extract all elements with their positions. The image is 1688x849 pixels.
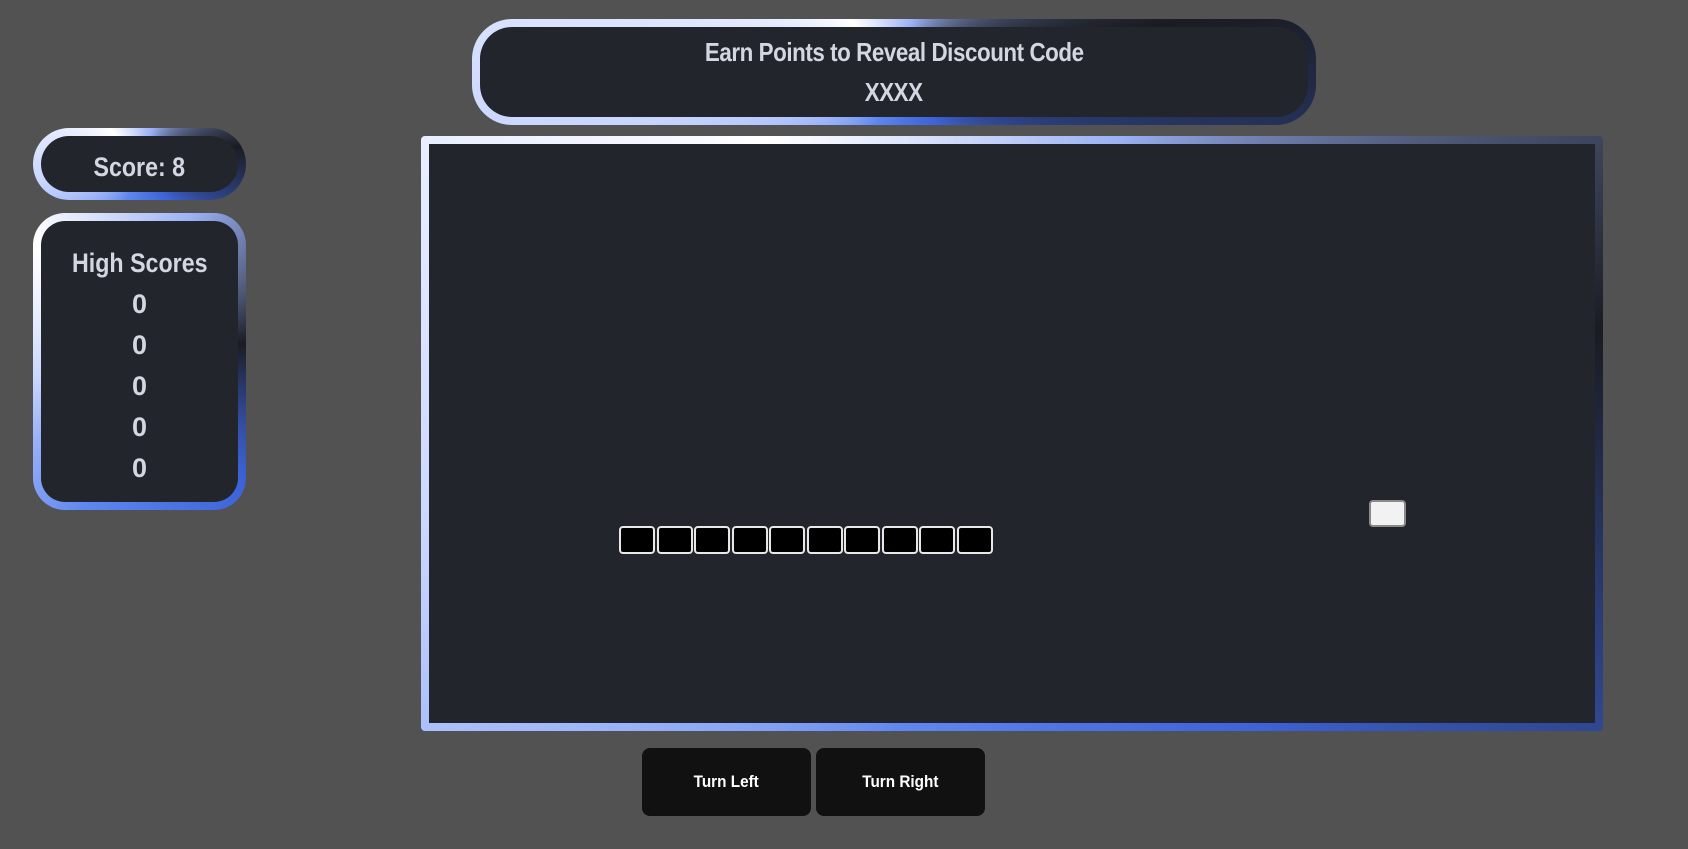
score-panel: Score: 8 xyxy=(33,128,246,200)
high-score-item: 0 xyxy=(131,289,148,319)
discount-code-title: Earn Points to Reveal Discount Code xyxy=(704,37,1084,67)
snake-segment xyxy=(919,526,955,554)
snake-segment xyxy=(656,526,693,554)
game-board[interactable] xyxy=(421,136,1603,731)
snake-segment xyxy=(769,526,805,554)
turn-left-button[interactable]: Turn Left xyxy=(642,748,811,816)
discount-code-value: XXXX xyxy=(865,77,923,107)
snake-segment xyxy=(731,526,768,554)
turn-right-button[interactable]: Turn Right xyxy=(816,748,985,816)
snake-segment xyxy=(844,526,880,554)
high-score-item: 0 xyxy=(131,453,148,483)
snake-segment xyxy=(694,526,730,554)
snake-segment xyxy=(956,526,993,554)
turn-right-label: Turn Right xyxy=(862,772,939,791)
high-scores-panel: High Scores 0 0 0 0 0 xyxy=(33,213,246,510)
high-scores-title: High Scores xyxy=(71,248,208,278)
discount-code-panel: Earn Points to Reveal Discount Code XXXX xyxy=(472,19,1316,125)
food-pellet xyxy=(1369,500,1406,527)
high-score-item: 0 xyxy=(131,371,148,401)
snake-segment xyxy=(806,526,843,554)
snake-segment xyxy=(619,526,655,554)
score-label: Score: 8 xyxy=(93,151,186,182)
high-score-item: 0 xyxy=(131,412,148,442)
turn-left-label: Turn Left xyxy=(693,772,760,791)
high-score-item: 0 xyxy=(131,330,148,360)
snake-segment xyxy=(881,526,918,554)
